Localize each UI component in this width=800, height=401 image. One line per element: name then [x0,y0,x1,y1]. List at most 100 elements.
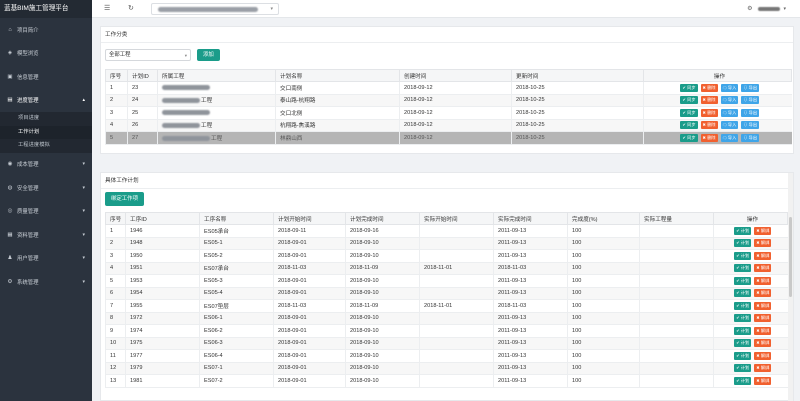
table-row[interactable]: 7 1955 ES07垫层 2018-11-03 2018-11-09 2018-11-0… [105,299,788,313]
menu-toggle-icon[interactable]: ☰ [104,4,110,12]
import-button[interactable]: ☁ 导入 [720,133,739,142]
sync-button[interactable]: ✔ 同步 [680,133,698,142]
sidebar-item-settings[interactable]: ⚙ 系统管理 ▾ [0,270,92,294]
plan-button[interactable]: ✔ 计划 [734,239,752,248]
sidebar-subitem[interactable]: 工作计划 [0,125,92,139]
cell-percent: 100 [567,249,640,263]
cell-updated: 2018-10-25 [511,81,644,95]
table-row[interactable]: 6 1954 ES05-4 2018-09-01 2018-09-10 2011-09-1… [105,287,788,300]
table-row[interactable]: 1 23 交口南侧 2018-09-12 2018-10-25 ✔ 同步 ✖ 删除 ☁ 导入 ⇩… [105,81,792,95]
project-select[interactable]: ▾ [151,3,279,15]
export-button[interactable]: ⇩ 导出 [741,108,760,117]
user-menu[interactable]: ⚙ ▾ [747,5,786,13]
sync-button[interactable]: ✔ 同步 [680,96,698,105]
unbind-button[interactable]: ✖ 解绑 [754,276,772,285]
refresh-icon[interactable]: ↻ [128,4,134,12]
unbind-button[interactable]: ✖ 解绑 [754,314,772,323]
export-button[interactable]: ⇩ 导出 [741,83,760,92]
table-row[interactable]: 5 27 工程 林鼎山西 2018-09-12 2018-10-25 ✔ 同步 ✖ 删除 ☁ 导… [105,131,792,145]
plan-button[interactable]: ✔ 计划 [734,264,752,273]
sidebar-item-label: 进度管理 [17,98,39,105]
sidebar-subitem[interactable]: 工程进度模拟 [0,139,92,153]
sidebar-item-quality[interactable]: ◎ 质量管理 ▾ [0,200,92,224]
delete-button[interactable]: ✖ 删除 [700,83,718,92]
plan-button[interactable]: ✔ 计划 [734,226,752,235]
export-button[interactable]: ⇩ 导出 [741,121,760,130]
bind-work-item-button[interactable]: 绑定工作项 [105,192,144,206]
plan-button[interactable]: ✔ 计划 [734,251,752,260]
cell-id: 23 [127,81,158,95]
plan-button[interactable]: ✔ 计划 [734,326,752,335]
table-row[interactable]: 13 1981 ES07-2 2018-09-01 2018-09-10 2011-09-… [105,374,788,388]
export-button[interactable]: ⇩ 导出 [741,133,760,142]
cell-step-name: ES06-4 [199,349,274,363]
unbind-button[interactable]: ✖ 解绑 [754,301,772,310]
import-button[interactable]: ☁ 导入 [720,96,739,105]
table-row[interactable]: 4 1951 ES07承台 2018-11-03 2018-11-09 2018-11-0… [105,262,788,275]
sync-button[interactable]: ✔ 同步 [680,108,698,117]
cell-plan-end: 2018-09-10 [345,337,420,350]
sidebar-item-home[interactable]: ⌂ 项目简介 [0,18,92,42]
sidebar-item-progress[interactable]: ▤ 进度管理 ▴ [0,89,92,113]
table-row[interactable]: 12 1979 ES07-1 2018-09-01 2018-09-10 2011-09-… [105,362,788,375]
scrollbar-thumb[interactable] [789,217,792,297]
unbind-button[interactable]: ✖ 解绑 [754,364,772,373]
table-row[interactable]: 2 1948 ES05-1 2018-09-01 2018-09-10 2011-09-1… [105,237,788,250]
sidebar-item-document[interactable]: ▦ 资料管理 ▾ [0,223,92,247]
plan-button[interactable]: ✔ 计划 [734,314,752,323]
sync-button[interactable]: ✔ 同步 [680,83,698,92]
plan-button[interactable]: ✔ 计划 [734,351,752,360]
table-row[interactable]: 10 1975 ES06-3 2018-09-01 2018-09-10 2011-09-… [105,337,788,350]
delete-button[interactable]: ✖ 删除 [700,108,718,117]
settings-icon[interactable]: ⚙ [747,5,752,12]
sidebar-item-cube[interactable]: ◈ 模型浏览 [0,42,92,66]
column-header: 计划完成时间 [345,212,420,225]
row-actions: ✔ 计划 ✖ 解绑 [718,289,788,298]
project-filter-select[interactable]: 全部工程 ▾ [105,49,191,61]
add-category-button[interactable]: 添加 [197,49,220,61]
unbind-button[interactable]: ✖ 解绑 [754,289,772,298]
delete-button[interactable]: ✖ 删除 [700,121,718,130]
table-row[interactable]: 11 1977 ES06-4 2018-09-01 2018-09-10 2011-09-… [105,349,788,363]
import-button[interactable]: ☁ 导入 [720,108,739,117]
cell-ops: ✔ 同步 ✖ 删除 ☁ 导入 ⇩ 导出 [643,106,792,120]
plan-button[interactable]: ✔ 计划 [734,364,752,373]
sidebar-item-safety[interactable]: ◍ 安全管理 ▾ [0,176,92,200]
plan-button[interactable]: ✔ 计划 [734,301,752,310]
vertical-scrollbar[interactable] [788,173,793,401]
plan-button[interactable]: ✔ 计划 [734,276,752,285]
cell-plan-end: 2018-09-10 [345,324,420,338]
delete-button[interactable]: ✖ 删除 [700,96,718,105]
export-button[interactable]: ⇩ 导出 [741,96,760,105]
sidebar-subitem[interactable]: 项目进度 [0,112,92,126]
sync-button[interactable]: ✔ 同步 [680,121,698,130]
table-row[interactable]: 2 24 工程 泰山路-杭翔路 2018-09-12 2018-10-25 ✔ 同步 ✖ 删除… [105,94,792,107]
cell-ops: ✔ 计划 ✖ 解绑 [713,274,788,288]
import-button[interactable]: ☁ 导入 [720,121,739,130]
import-button[interactable]: ☁ 导入 [720,83,739,92]
plan-button[interactable]: ✔ 计划 [734,376,752,385]
unbind-button[interactable]: ✖ 解绑 [754,239,772,248]
table-row[interactable]: 3 1950 ES05-2 2018-09-01 2018-09-10 2011-09-1… [105,249,788,263]
table-row[interactable]: 4 26 工程 杭翔路-焦溪路 2018-09-12 2018-10-25 ✔ 同步 ✖ 删除… [105,119,792,132]
unbind-button[interactable]: ✖ 解绑 [754,326,772,335]
unbind-button[interactable]: ✖ 解绑 [754,376,772,385]
unbind-button[interactable]: ✖ 解绑 [754,226,772,235]
table-row[interactable]: 3 25 交口北侧 2018-09-12 2018-10-25 ✔ 同步 ✖ 删除 ☁ 导入 ⇩… [105,106,792,120]
delete-button[interactable]: ✖ 删除 [700,133,718,142]
work-category-panel: 工作分类 全部工程 ▾ 添加 序号 计划ID 所属工程 计划名称 创建时间 更新时间 操作 … [100,26,794,154]
unbind-button[interactable]: ✖ 解绑 [754,264,772,273]
table-row[interactable]: 5 1953 ES05-3 2018-09-01 2018-09-10 2011-09-1… [105,274,788,288]
sidebar-item-info[interactable]: ▣ 信息管理 [0,65,92,89]
table-row[interactable]: 9 1974 ES06-2 2018-09-01 2018-09-10 2011-09-1… [105,324,788,338]
cell-percent: 100 [567,299,640,313]
table-row[interactable]: 1 1946 ES05承台 2018-09-11 2018-09-16 2011-09-1… [105,224,788,238]
unbind-button[interactable]: ✖ 解绑 [754,251,772,260]
plan-button[interactable]: ✔ 计划 [734,339,752,348]
unbind-button[interactable]: ✖ 解绑 [754,339,772,348]
sidebar-item-user[interactable]: ♟ 用户管理 ▾ [0,247,92,271]
table-row[interactable]: 8 1972 ES06-1 2018-09-01 2018-09-10 2011-09-1… [105,312,788,325]
plan-button[interactable]: ✔ 计划 [734,289,752,298]
sidebar-item-cost[interactable]: ◉ 成本管理 ▾ [0,153,92,177]
unbind-button[interactable]: ✖ 解绑 [754,351,772,360]
